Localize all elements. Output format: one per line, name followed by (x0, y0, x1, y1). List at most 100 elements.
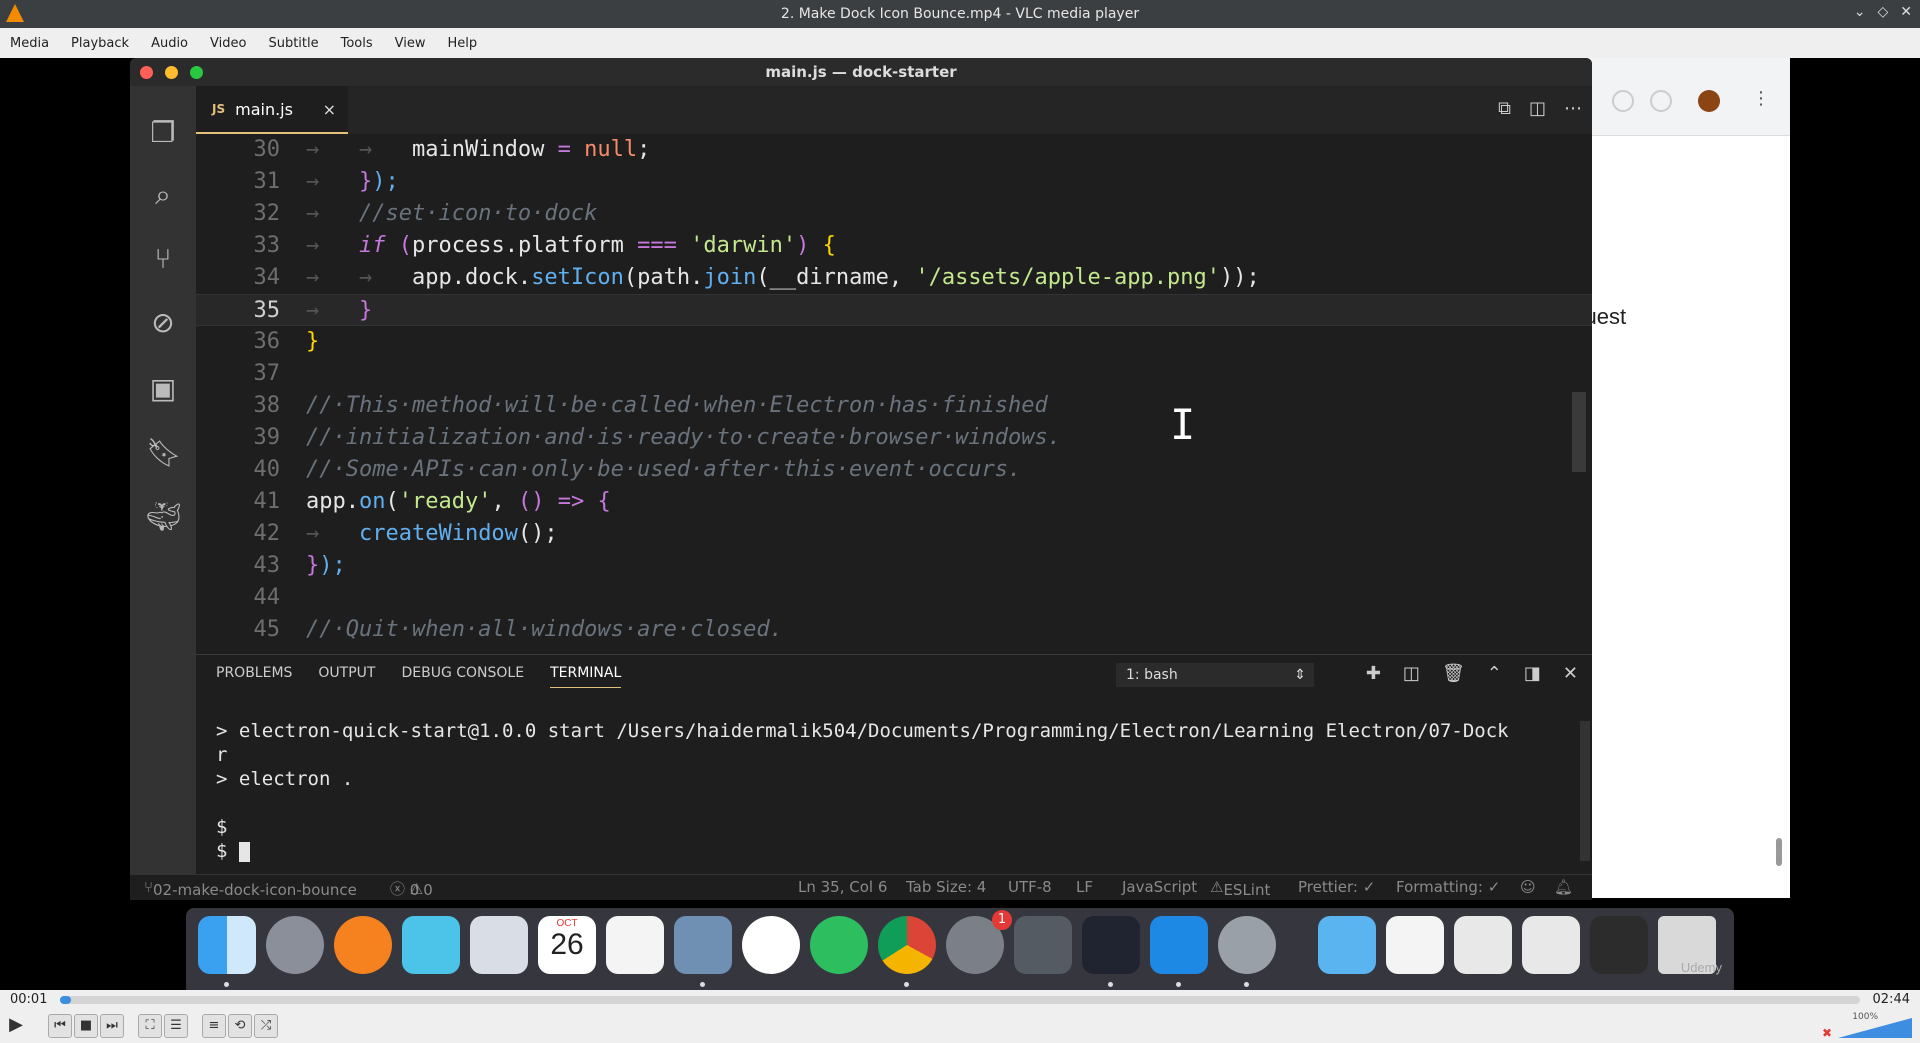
activity-icon[interactable] (1590, 916, 1648, 974)
more-actions-icon[interactable]: ⋯ (1564, 98, 1582, 119)
zoom-window-button[interactable] (190, 66, 203, 79)
line-ending[interactable]: LF (1076, 878, 1093, 896)
extended-settings-button[interactable]: ☰ (164, 1014, 188, 1038)
avatar[interactable] (1698, 90, 1720, 112)
maximize-panel-icon[interactable]: ⌃ (1487, 663, 1502, 684)
extension-icon[interactable] (1612, 90, 1634, 112)
close-icon[interactable]: ✕ (1900, 4, 1912, 20)
split-terminal-icon[interactable]: ◫ (1403, 663, 1420, 684)
close-window-button[interactable] (140, 66, 153, 79)
menu-video[interactable]: Video (200, 36, 258, 51)
finder-icon[interactable] (198, 916, 256, 974)
maximize-icon[interactable]: ◇ (1877, 4, 1888, 20)
menu-playback[interactable]: Playback (61, 36, 141, 51)
stop-button[interactable]: ■ (74, 1014, 98, 1038)
tab-output[interactable]: OUTPUT (318, 665, 375, 688)
tab-main-js[interactable]: JS main.js × (196, 86, 348, 134)
notifications-bell-icon[interactable]: 🔔︎ (1554, 878, 1573, 896)
screenshot-icon[interactable] (1454, 916, 1512, 974)
keynote-icon[interactable] (1218, 916, 1276, 974)
terminal-output[interactable]: > electron-quick-start@1.0.0 start /User… (216, 719, 1576, 863)
feedback-smiley-icon[interactable]: ☺ (1520, 878, 1536, 896)
code-line: 34 → → app.dock.setIcon(path.join(__dirna… (253, 265, 1260, 290)
formatting-status[interactable]: Formatting: ✓ (1396, 878, 1500, 896)
calendar-icon[interactable]: OCT 26 (538, 916, 596, 974)
playback-controls: ▶ ⏮ ■ ⏭ ⛶ ☰ ≡ ⟲ ⤮ (0, 1010, 1920, 1043)
search-icon[interactable]: ⌕ (146, 178, 180, 212)
kindle-icon[interactable] (402, 916, 460, 974)
macos-dock: OCT 26 1 Udemy (186, 908, 1734, 990)
prettier-status[interactable]: Prettier: ✓ (1298, 878, 1375, 896)
docker-icon[interactable]: 🐳︎ (146, 500, 182, 534)
play-button[interactable]: ▶ (4, 1014, 28, 1038)
fullscreen-button[interactable]: ⛶ (138, 1014, 162, 1038)
evernote-icon[interactable] (810, 916, 868, 974)
menu-tools[interactable]: Tools (331, 36, 385, 51)
preview-icon[interactable] (674, 916, 732, 974)
new-terminal-icon[interactable]: ✚ (1366, 663, 1381, 684)
browser-scrollbar[interactable] (1776, 838, 1782, 866)
minimize-window-button[interactable] (165, 66, 178, 79)
terminal-line: > electron . (216, 768, 354, 790)
split-editor-icon[interactable]: ◫ (1529, 98, 1546, 119)
source-control-icon[interactable]: ⑂ (146, 242, 180, 276)
terminal-select-value: 1: bash (1126, 667, 1178, 683)
code-line: 42 → createWindow(); (253, 521, 558, 546)
bookmark-icon[interactable]: 🔖︎ (146, 436, 182, 470)
tab-problems[interactable]: PROBLEMS (216, 665, 292, 688)
seek-slider[interactable] (60, 996, 1860, 1004)
ibooks-icon[interactable] (334, 916, 392, 974)
open-changes-icon[interactable]: ⧉ (1498, 98, 1511, 119)
previous-button[interactable]: ⏮ (48, 1014, 72, 1038)
folder-icon[interactable] (1318, 916, 1376, 974)
toggle-panel-position-icon[interactable]: ◨ (1524, 663, 1541, 684)
terminal-scrollbar[interactable] (1580, 721, 1590, 861)
code-line: 31 → }); (253, 169, 399, 194)
git-branch[interactable]: ⑂ 02-make-dock-icon-bounce (144, 878, 357, 899)
editor-scrollbar[interactable] (1572, 392, 1586, 472)
encoding[interactable]: UTF-8 (1008, 878, 1052, 896)
code-line: 45//·Quit·when·all·windows·are·closed. (253, 617, 783, 642)
mute-icon[interactable]: ✖ (1822, 1026, 1832, 1040)
code-editor[interactable]: 30 → → mainWindow = null; 31 → }); 32 → //s… (196, 134, 1592, 654)
tab-close-icon[interactable]: × (323, 100, 336, 119)
language-mode[interactable]: JavaScript (1122, 878, 1197, 896)
screen-share-icon[interactable] (1150, 916, 1208, 974)
tab-debug-console[interactable]: DEBUG CONSOLE (401, 665, 524, 688)
terminal-select[interactable]: 1: bash ⇕ (1116, 663, 1314, 687)
menu-help[interactable]: Help (438, 36, 490, 51)
video-frame[interactable]: ⋮ equest ns main.js — dock-starter ❐ ⌕ ⑂… (0, 58, 1920, 990)
problems-count[interactable]: ⓧ 0 ⚠ 0 (390, 878, 433, 899)
kill-terminal-icon[interactable]: 🗑︎ (1442, 663, 1465, 684)
extension-2-icon[interactable] (1650, 90, 1672, 112)
cursor-position[interactable]: Ln 35, Col 6 (798, 878, 887, 896)
minimize-icon[interactable]: ⌄ (1854, 4, 1866, 20)
debug-icon[interactable]: ⊘ (146, 306, 180, 340)
loop-button[interactable]: ⟲ (228, 1014, 252, 1038)
vscode-icon[interactable] (1082, 916, 1140, 974)
shuffle-button[interactable]: ⤮ (254, 1014, 278, 1038)
terminal-line: $ (216, 816, 228, 838)
tab-terminal[interactable]: TERMINAL (550, 665, 622, 688)
disk-utility-icon[interactable] (1014, 916, 1072, 974)
playlist-button[interactable]: ≡ (202, 1014, 226, 1038)
extensions-icon[interactable]: ▣ (146, 372, 180, 406)
menu-subtitle[interactable]: Subtitle (258, 36, 330, 51)
tab-size[interactable]: Tab Size: 4 (906, 878, 986, 896)
chrome-icon[interactable] (878, 916, 936, 974)
eslint-status[interactable]: ⚠ ESLint (1210, 878, 1270, 899)
kebab-menu-icon[interactable]: ⋮ (1752, 88, 1770, 109)
menu-audio[interactable]: Audio (141, 36, 200, 51)
explorer-icon[interactable]: ❐ (146, 116, 180, 150)
vscode-window: main.js — dock-starter ❐ ⌕ ⑂ ⊘ ▣ 🔖︎ 🐳︎ J… (130, 58, 1592, 900)
close-panel-icon[interactable]: ✕ (1563, 663, 1578, 684)
menu-view[interactable]: View (385, 36, 438, 51)
itunes-icon[interactable] (742, 916, 800, 974)
document-icon[interactable] (1386, 916, 1444, 974)
menu-media[interactable]: Media (0, 36, 61, 51)
xcode-instruments-icon[interactable] (470, 916, 528, 974)
launchpad-icon[interactable] (266, 916, 324, 974)
screenshot-2-icon[interactable] (1522, 916, 1580, 974)
next-button[interactable]: ⏭ (100, 1014, 124, 1038)
reminders-icon[interactable] (606, 916, 664, 974)
